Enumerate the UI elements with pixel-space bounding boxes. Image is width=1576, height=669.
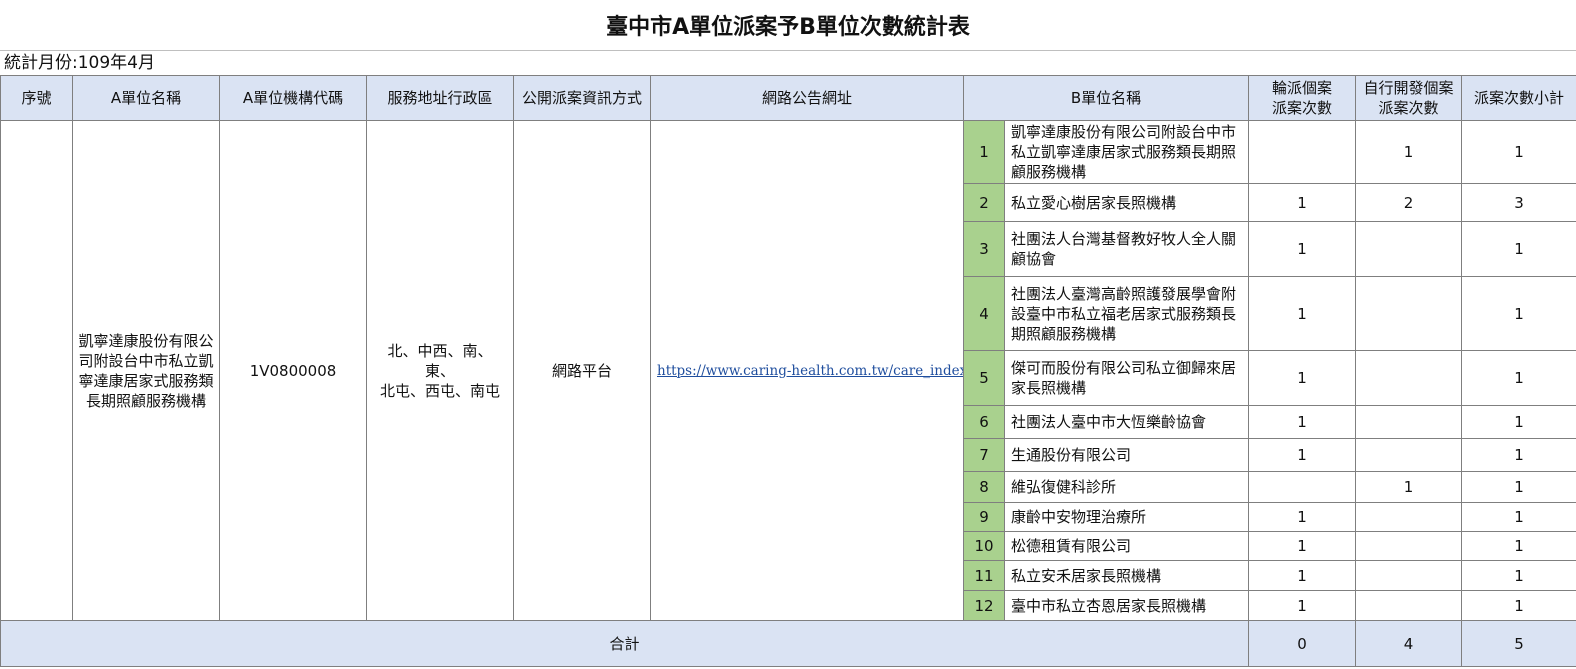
b-unit-name[interactable]: 社團法人台灣基督教好牧人全人關顧協會 xyxy=(1003,221,1250,277)
subtotal-count[interactable]: 1 xyxy=(1461,560,1576,591)
self-count[interactable] xyxy=(1355,350,1463,406)
subtotal-count[interactable]: 1 xyxy=(1461,221,1576,277)
b-unit-number[interactable]: 3 xyxy=(963,221,1005,277)
a-unit-district[interactable]: 北、中西、南、 東、 北屯、西屯、南屯 xyxy=(366,120,514,621)
b-unit-number[interactable]: 9 xyxy=(963,502,1005,532)
subtotal-count[interactable]: 1 xyxy=(1461,438,1576,472)
header-self-line2: 派案次數 xyxy=(1378,99,1439,117)
header-rotation[interactable]: 輪派個案 派案次數 xyxy=(1248,75,1357,121)
b-unit-number[interactable]: 6 xyxy=(963,405,1005,439)
header-a-name[interactable]: A單位名稱 xyxy=(72,75,220,121)
b-unit-name[interactable]: 凱寧達康股份有限公司附設台中市私立凱寧達康居家式服務類長期照顧服務機構 xyxy=(1003,120,1250,184)
district-line1: 北、中西、南、 xyxy=(387,341,493,360)
a-unit-name[interactable]: 凱寧達康股份有限公司附設台中市私立凱寧達康居家式服務類長期照顧服務機構 xyxy=(72,120,220,621)
self-count[interactable] xyxy=(1355,221,1463,277)
b-unit-name[interactable]: 私立安禾居家長照機構 xyxy=(1003,560,1250,591)
self-count[interactable] xyxy=(1355,405,1463,439)
seq-cell[interactable] xyxy=(0,120,73,621)
header-method[interactable]: 公開派案資訊方式 xyxy=(513,75,651,121)
header-rotation-line1: 輪派個案 xyxy=(1272,79,1333,97)
subtotal-count[interactable]: 1 xyxy=(1461,405,1576,439)
subtotal-count[interactable]: 1 xyxy=(1461,531,1576,561)
self-count[interactable] xyxy=(1355,276,1463,351)
header-seq[interactable]: 序號 xyxy=(0,75,73,121)
b-unit-name[interactable]: 社團法人臺灣高齡照護發展學會附設臺中市私立福老居家式服務類長期照顧服務機構 xyxy=(1003,276,1250,351)
sheet-title: 臺中市A單位派案予B單位次數統計表 xyxy=(0,0,1576,51)
subtotal-count[interactable]: 1 xyxy=(1461,471,1576,503)
self-count[interactable]: 1 xyxy=(1355,120,1463,184)
subtotal-count[interactable]: 3 xyxy=(1461,183,1576,222)
header-a-code[interactable]: A單位機構代碼 xyxy=(219,75,367,121)
self-count[interactable]: 2 xyxy=(1355,183,1463,222)
b-unit-number[interactable]: 5 xyxy=(963,350,1005,406)
rotation-count[interactable]: 1 xyxy=(1248,590,1357,621)
district-line2: 東、 xyxy=(424,361,455,380)
subtotal-count[interactable]: 1 xyxy=(1461,120,1576,184)
b-unit-number[interactable]: 10 xyxy=(963,531,1005,561)
rotation-count[interactable] xyxy=(1248,471,1357,503)
self-count[interactable] xyxy=(1355,590,1463,621)
b-unit-name[interactable]: 臺中市私立杏恩居家長照機構 xyxy=(1003,590,1250,621)
a-unit-code[interactable]: 1V0800008 xyxy=(219,120,367,621)
header-self-line1: 自行開發個案 xyxy=(1363,79,1454,97)
b-unit-name[interactable]: 私立愛心樹居家長照機構 xyxy=(1003,183,1250,222)
subtotal-count[interactable]: 1 xyxy=(1461,502,1576,532)
header-self[interactable]: 自行開發個案 派案次數 xyxy=(1355,75,1463,121)
header-row: 序號 A單位名稱 A單位機構代碼 服務地址行政區 公開派案資訊方式 網路公告網址… xyxy=(0,75,1576,121)
b-unit-number[interactable]: 4 xyxy=(963,276,1005,351)
rotation-count[interactable]: 1 xyxy=(1248,405,1357,439)
subtotal-count[interactable]: 1 xyxy=(1461,350,1576,406)
b-unit-number[interactable]: 11 xyxy=(963,560,1005,591)
self-count[interactable] xyxy=(1355,560,1463,591)
a-unit-url-link[interactable]: https://www.caring-health.com.tw/care_in… xyxy=(650,120,964,621)
b-unit-name[interactable]: 社團法人臺中市大恆樂齡協會 xyxy=(1003,405,1250,439)
header-district[interactable]: 服務地址行政區 xyxy=(366,75,514,121)
rotation-count[interactable]: 1 xyxy=(1248,531,1357,561)
self-count[interactable] xyxy=(1355,531,1463,561)
total-self[interactable]: 4 xyxy=(1355,620,1463,667)
b-unit-name[interactable]: 生通股份有限公司 xyxy=(1003,438,1250,472)
header-url[interactable]: 網路公告網址 xyxy=(650,75,964,121)
b-unit-number[interactable]: 1 xyxy=(963,120,1005,184)
total-row: 合計 0 4 5 xyxy=(0,620,1576,667)
rotation-count[interactable]: 1 xyxy=(1248,438,1357,472)
b-unit-number[interactable]: 7 xyxy=(963,438,1005,472)
b-unit-name[interactable]: 康齡中安物理治療所 xyxy=(1003,502,1250,532)
rotation-count[interactable]: 1 xyxy=(1248,502,1357,532)
self-count[interactable] xyxy=(1355,502,1463,532)
b-unit-number[interactable]: 8 xyxy=(963,471,1005,503)
subtotal-count[interactable]: 1 xyxy=(1461,276,1576,351)
rotation-count[interactable]: 1 xyxy=(1248,276,1357,351)
statistics-table: 序號 A單位名稱 A單位機構代碼 服務地址行政區 公開派案資訊方式 網路公告網址… xyxy=(0,75,1576,667)
total-label[interactable]: 合計 xyxy=(0,620,1250,667)
b-unit-name[interactable]: 維弘復健科診所 xyxy=(1003,471,1250,503)
b-unit-number[interactable]: 2 xyxy=(963,183,1005,222)
subtotal-count[interactable]: 1 xyxy=(1461,590,1576,621)
spreadsheet: 臺中市A單位派案予B單位次數統計表 統計月份:109年4月 序號 A單位名稱 A… xyxy=(0,0,1576,669)
b-unit-name[interactable]: 傑可而股份有限公司私立御歸來居家長照機構 xyxy=(1003,350,1250,406)
total-subtotal[interactable]: 5 xyxy=(1461,620,1576,667)
self-count[interactable]: 1 xyxy=(1355,471,1463,503)
rotation-count[interactable] xyxy=(1248,120,1357,184)
statistics-month: 統計月份:109年4月 xyxy=(4,53,155,73)
b-unit-name[interactable]: 松德租賃有限公司 xyxy=(1003,531,1250,561)
rotation-count[interactable]: 1 xyxy=(1248,183,1357,222)
self-count[interactable] xyxy=(1355,438,1463,472)
rotation-count[interactable]: 1 xyxy=(1248,350,1357,406)
rotation-count[interactable]: 1 xyxy=(1248,560,1357,591)
district-line3: 北屯、西屯、南屯 xyxy=(379,381,500,400)
header-subtotal[interactable]: 派案次數小計 xyxy=(1461,75,1576,121)
table-row: 凱寧達康股份有限公司附設台中市私立凱寧達康居家式服務類長期照顧服務機構 1V080… xyxy=(0,120,1576,621)
header-rotation-line2: 派案次數 xyxy=(1272,99,1333,117)
a-unit-method[interactable]: 網路平台 xyxy=(513,120,651,621)
rotation-count[interactable]: 1 xyxy=(1248,221,1357,277)
total-rotation[interactable]: 0 xyxy=(1248,620,1357,667)
b-unit-number[interactable]: 12 xyxy=(963,590,1005,621)
header-b-name[interactable]: B單位名稱 xyxy=(962,75,1250,121)
